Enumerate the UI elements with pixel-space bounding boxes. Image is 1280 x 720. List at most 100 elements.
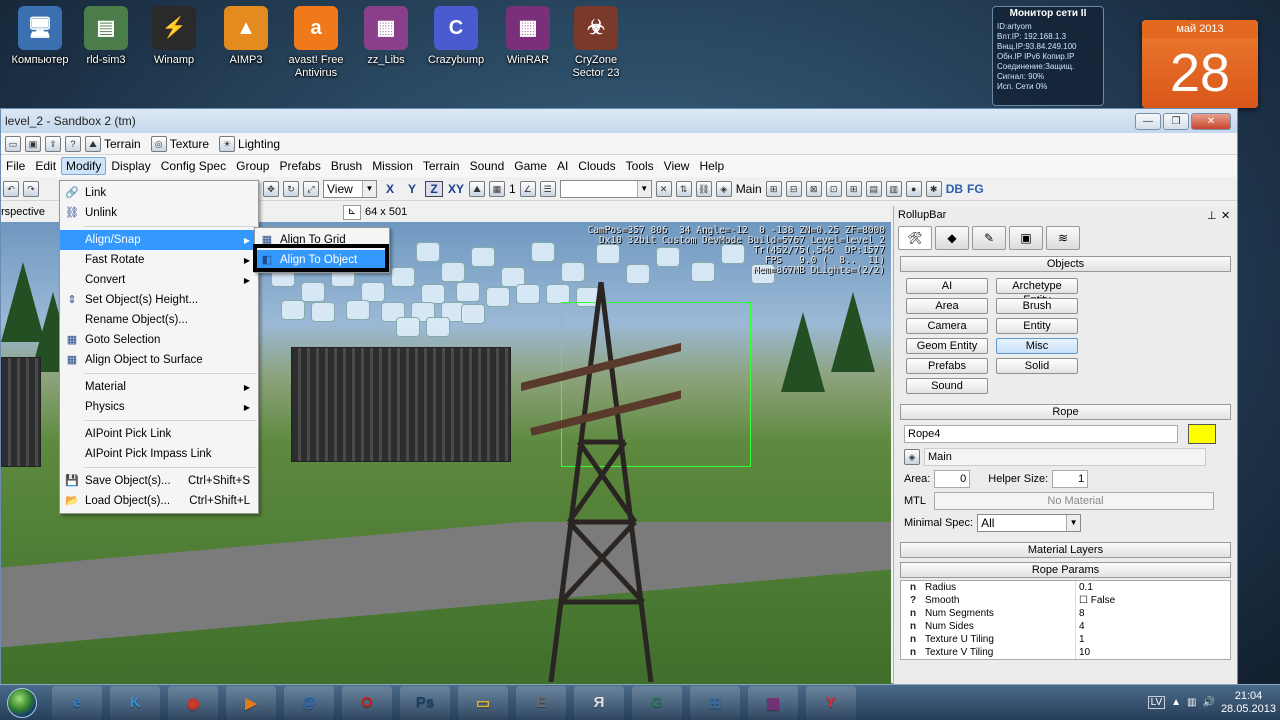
object-type-ai-button[interactable]: AI <box>906 278 988 294</box>
align-3-icon[interactable]: ⊠ <box>805 180 822 197</box>
object-type-entity-button[interactable]: Entity <box>996 318 1078 334</box>
g-icon[interactable]: G <box>632 685 682 720</box>
rope-param-row[interactable]: n Num Sides 4 <box>901 620 1230 633</box>
delete-selection-icon[interactable]: ✕ <box>655 180 672 197</box>
param-value[interactable]: 1 <box>1075 633 1230 646</box>
menu-item-set-object-s-height[interactable]: ⇕ Set Object(s) Height... <box>60 290 258 310</box>
selection-set-select[interactable]: ▼ <box>559 179 652 198</box>
menu-item-physics[interactable]: Physics ▶ <box>60 397 258 417</box>
new-file-icon[interactable]: ▭ <box>5 135 21 152</box>
media-player-icon[interactable]: ▶ <box>226 685 276 720</box>
window-titlebar[interactable]: level_2 - Sandbox 2 (tm) — ❐ ✕ <box>1 109 1237 133</box>
menu-mission[interactable]: Mission <box>367 157 418 175</box>
cloud-icon[interactable] <box>441 262 465 282</box>
network-icon[interactable]: ⊞ <box>690 685 740 720</box>
cloud-icon[interactable] <box>561 262 585 282</box>
undo-icon[interactable]: ↶ <box>3 180 19 197</box>
scale-icon[interactable]: ⤢ <box>303 180 319 197</box>
param-value[interactable]: 0.1 <box>1075 581 1230 594</box>
volume-tray-icon[interactable]: 🔊 <box>1202 697 1214 708</box>
minimal-spec-select[interactable]: All ▼ <box>977 514 1082 532</box>
mail-icon[interactable]: @ <box>284 685 334 720</box>
menu-item-fast-rotate[interactable]: Fast Rotate ▶ <box>60 250 258 270</box>
tab-modeling[interactable]: ✎ <box>972 226 1006 250</box>
kmplayer-icon[interactable]: K <box>110 685 160 720</box>
cloud-icon[interactable] <box>421 284 445 304</box>
menu-brush[interactable]: Brush <box>326 157 367 175</box>
desktop-shortcut[interactable]: a avast! Free Antivirus <box>276 6 356 80</box>
cloud-icon[interactable] <box>531 242 555 262</box>
save-icon[interactable]: ▣ <box>25 135 41 152</box>
object-type-geom-entity-button[interactable]: Geom Entity <box>906 338 988 354</box>
cloud-icon[interactable] <box>396 317 420 337</box>
building[interactable] <box>1 357 41 467</box>
close-icon[interactable]: ✕ <box>1221 209 1237 222</box>
align-4-icon[interactable]: ⊡ <box>825 180 842 197</box>
object-type-prefabs-button[interactable]: Prefabs <box>906 358 988 374</box>
sandbox-icon[interactable]: E <box>516 685 566 720</box>
menu-display[interactable]: Display <box>106 157 155 175</box>
align-2-icon[interactable]: ⊟ <box>785 180 802 197</box>
rope-color-swatch[interactable] <box>1188 424 1216 444</box>
object-type-camera-button[interactable]: Camera <box>906 318 988 334</box>
menu-item-unlink[interactable]: ⛓ Unlink <box>60 203 258 223</box>
opera-icon[interactable]: O <box>342 685 392 720</box>
lighting-tool-button[interactable]: ☀ Lighting <box>219 135 280 152</box>
menu-view[interactable]: View <box>659 157 695 175</box>
menu-item-convert[interactable]: Convert ▶ <box>60 270 258 290</box>
resolution-icon[interactable]: ⊾ <box>343 205 361 220</box>
cloud-icon[interactable] <box>391 267 415 287</box>
param-value[interactable]: 10 <box>1075 646 1230 659</box>
menu-config-spec[interactable]: Config Spec <box>156 157 231 175</box>
menu-group[interactable]: Group <box>231 157 274 175</box>
layers-icon[interactable]: ◈ <box>715 180 732 197</box>
rope-param-row[interactable]: n Num Segments 8 <box>901 607 1230 620</box>
cloud-icon[interactable] <box>301 282 325 302</box>
ie-icon[interactable]: e <box>52 685 102 720</box>
menu-help[interactable]: Help <box>694 157 729 175</box>
area-spinner[interactable]: 0 <box>934 470 971 488</box>
object-type-solid-button[interactable]: Solid <box>996 358 1078 374</box>
yandex-browser-icon[interactable]: Y <box>806 685 856 720</box>
rope-param-row[interactable]: n Texture V Tiling 10 <box>901 646 1230 659</box>
cloud-icon[interactable] <box>456 282 480 302</box>
menu-item-material[interactable]: Material ▶ <box>60 377 258 397</box>
object-layer-field[interactable]: Main <box>924 448 1206 466</box>
menu-item-save-object-s[interactable]: 💾 Save Object(s)... Ctrl+Shift+S <box>60 471 258 491</box>
export-icon[interactable]: ⇪ <box>45 135 61 152</box>
network-tray-icon[interactable]: ▥ <box>1187 697 1196 708</box>
cloud-icon[interactable] <box>416 242 440 262</box>
cloud-icon[interactable] <box>461 304 485 324</box>
explorer-icon[interactable]: ▭ <box>458 685 508 720</box>
terrain-snap-icon[interactable]: ⛰ <box>469 180 485 197</box>
object-type-area-button[interactable]: Area <box>906 298 988 314</box>
rope-param-row[interactable]: ? Smooth ☐ False <box>901 594 1230 607</box>
desktop-shortcut[interactable]: ▦ zz_Libs <box>346 6 426 67</box>
building[interactable] <box>291 347 511 462</box>
axis-z-button[interactable]: Z <box>425 180 443 197</box>
menu-item-aipoint-pick-impass-link[interactable]: AIPoint Pick Impass Link <box>60 444 258 464</box>
rope-param-row[interactable]: n Texture U Tiling 1 <box>901 633 1230 646</box>
tab-objects[interactable]: 🛠 <box>898 226 932 250</box>
sort-icon[interactable]: ⇅ <box>675 180 692 197</box>
winrar-task-icon[interactable]: ▦ <box>748 685 798 720</box>
param-value[interactable]: 4 <box>1075 620 1230 633</box>
object-type-archetype-entity-button[interactable]: Archetype Entity <box>996 278 1078 306</box>
viewport-type-label[interactable]: rspective <box>1 206 45 218</box>
menu-modify[interactable]: Modify <box>61 157 107 175</box>
menu-prefabs[interactable]: Prefabs <box>274 157 325 175</box>
objects-section-header[interactable]: Objects <box>900 256 1231 272</box>
film-icon[interactable]: ▥ <box>885 180 902 197</box>
menu-ai[interactable]: AI <box>552 157 573 175</box>
menu-game[interactable]: Game <box>509 157 552 175</box>
axis-y-button[interactable]: Y <box>403 182 421 196</box>
object-type-brush-button[interactable]: Brush <box>996 298 1078 314</box>
menu-edit[interactable]: Edit <box>30 157 61 175</box>
menu-item-rename-object-s[interactable]: Rename Object(s)... <box>60 310 258 330</box>
rope-name-field[interactable]: Rope4 <box>904 425 1178 443</box>
redo-icon[interactable]: ↷ <box>23 180 39 197</box>
tab-terrain[interactable]: ◆ <box>935 226 969 250</box>
param-value[interactable]: ☐ False <box>1075 594 1230 607</box>
photoshop-icon[interactable]: Ps <box>400 685 450 720</box>
rope-param-row[interactable]: n Radius 0.1 <box>901 581 1230 594</box>
